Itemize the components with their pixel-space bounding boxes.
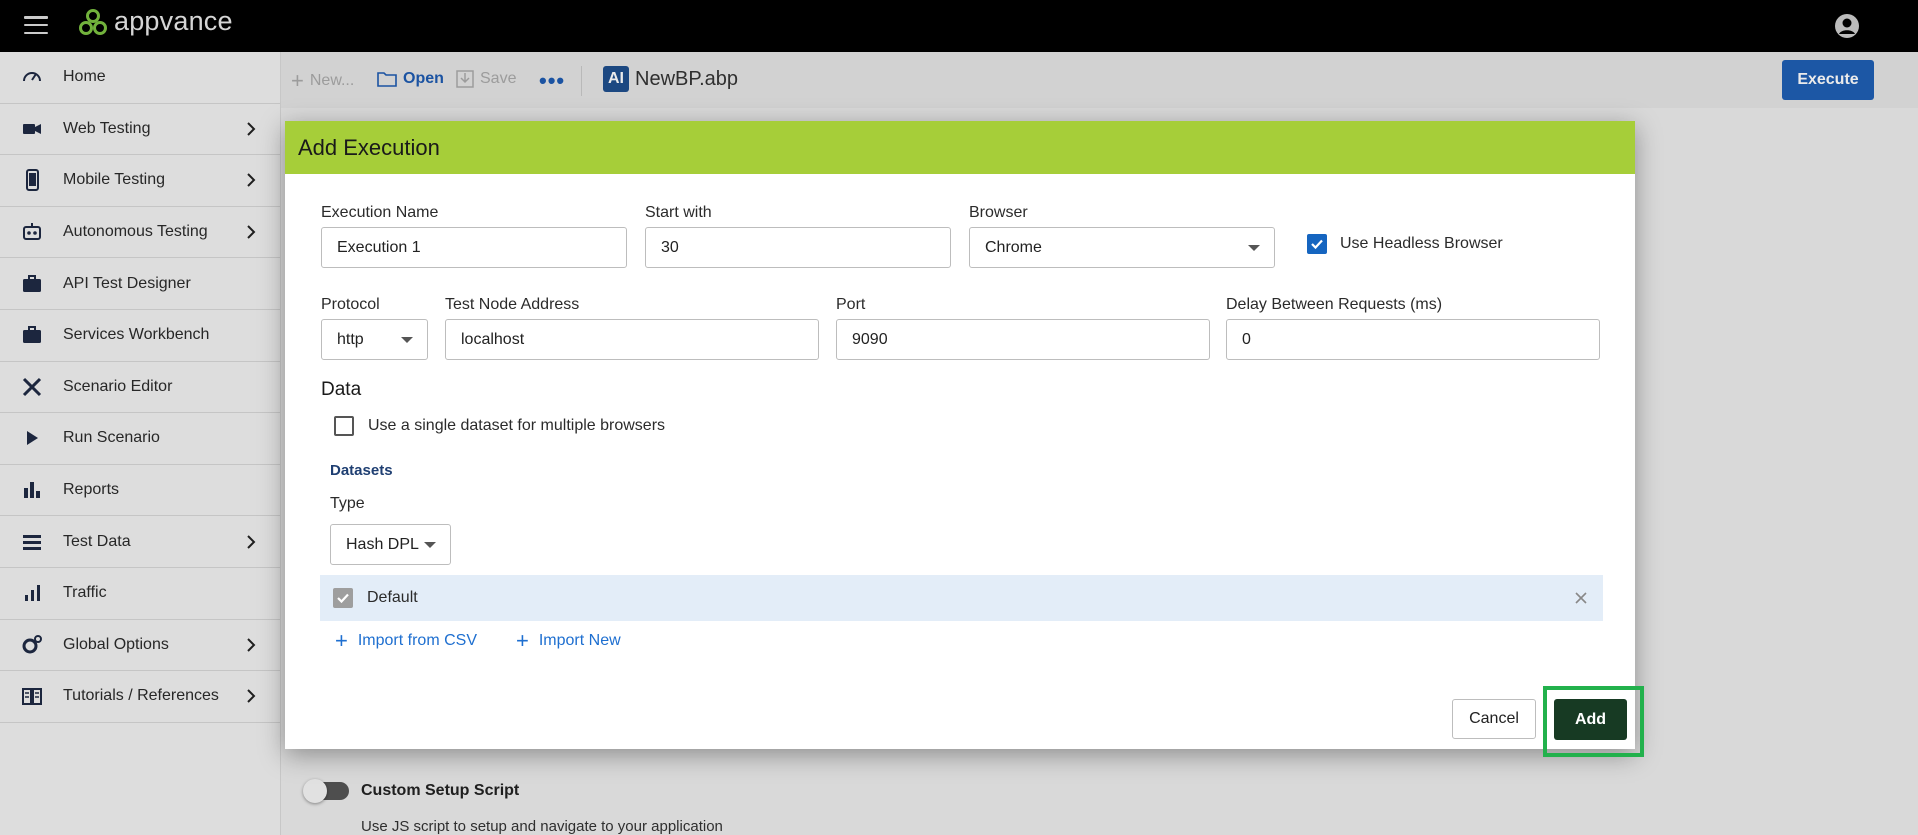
type-value: Hash DPL bbox=[346, 535, 419, 553]
close-icon[interactable] bbox=[1574, 591, 1588, 605]
dataset-name: Default bbox=[367, 589, 418, 606]
dialog-title: Add Execution bbox=[285, 121, 1635, 174]
add-execution-dialog: Add Execution Execution Name Start with … bbox=[285, 121, 1635, 749]
node-address-label: Test Node Address bbox=[445, 296, 580, 313]
chevron-down-icon bbox=[1248, 245, 1260, 251]
checkmark-icon bbox=[1311, 239, 1323, 250]
browser-value: Chrome bbox=[985, 238, 1042, 256]
delay-label: Delay Between Requests (ms) bbox=[1226, 296, 1443, 313]
plus-icon: + bbox=[335, 628, 348, 653]
single-dataset-checkbox[interactable] bbox=[334, 416, 354, 436]
dataset-row[interactable]: Default bbox=[320, 575, 1603, 621]
add-button[interactable]: Add bbox=[1554, 699, 1627, 740]
port-label: Port bbox=[836, 296, 866, 313]
protocol-value: http bbox=[337, 330, 364, 348]
datasets-title: Datasets bbox=[330, 462, 393, 479]
import-new-label: Import New bbox=[538, 632, 621, 649]
node-address-input[interactable] bbox=[445, 319, 819, 360]
protocol-label: Protocol bbox=[321, 296, 380, 313]
chevron-down-icon bbox=[424, 542, 436, 548]
type-label: Type bbox=[330, 495, 365, 512]
cancel-button[interactable]: Cancel bbox=[1452, 699, 1536, 739]
headless-label: Use Headless Browser bbox=[1340, 235, 1503, 252]
chevron-down-icon bbox=[401, 337, 413, 343]
import-new-button[interactable]: + Import New bbox=[516, 630, 621, 652]
execution-name-label: Execution Name bbox=[321, 204, 439, 221]
type-select[interactable]: Hash DPL bbox=[330, 524, 451, 565]
port-input[interactable] bbox=[836, 319, 1210, 360]
browser-label: Browser bbox=[969, 204, 1028, 221]
dataset-checkbox[interactable] bbox=[333, 588, 353, 608]
start-with-label: Start with bbox=[645, 204, 712, 221]
browser-select[interactable]: Chrome bbox=[969, 227, 1275, 268]
checkmark-icon bbox=[337, 593, 349, 604]
single-dataset-label: Use a single dataset for multiple browse… bbox=[368, 417, 666, 434]
delay-input[interactable] bbox=[1226, 319, 1600, 360]
execution-name-input[interactable] bbox=[321, 227, 627, 268]
protocol-select[interactable]: http bbox=[321, 319, 428, 360]
data-section-title: Data bbox=[321, 379, 362, 400]
plus-icon: + bbox=[516, 628, 529, 653]
import-csv-button[interactable]: + Import from CSV bbox=[335, 630, 477, 652]
start-with-input[interactable] bbox=[645, 227, 951, 268]
headless-checkbox[interactable] bbox=[1307, 234, 1327, 254]
import-csv-label: Import from CSV bbox=[357, 632, 477, 649]
